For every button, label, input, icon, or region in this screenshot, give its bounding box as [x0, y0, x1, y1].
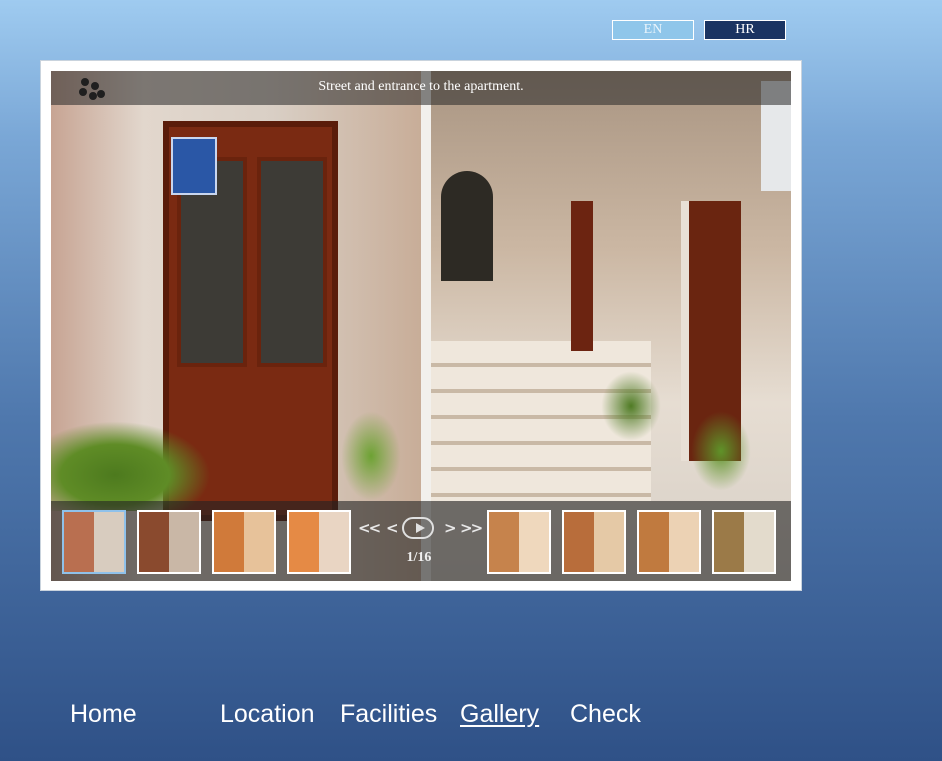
door-glass-panel: [257, 157, 327, 367]
potted-plant: [691, 411, 751, 491]
first-photo-button[interactable]: <<: [358, 519, 381, 537]
thumbnail[interactable]: [562, 510, 626, 574]
thumbnail[interactable]: [212, 510, 276, 574]
slideshow-controls: << < > >>: [356, 517, 484, 541]
nav-location[interactable]: Location: [220, 700, 315, 729]
thumbnail[interactable]: [137, 510, 201, 574]
caption-bar: Street and entrance to the apartment.: [51, 71, 791, 105]
thumbnail[interactable]: [62, 510, 126, 574]
potted-plant: [601, 371, 661, 441]
thumbnail[interactable]: [287, 510, 351, 574]
stone-archway: [441, 171, 493, 281]
nav-facilities[interactable]: Facilities: [340, 700, 437, 729]
fern-plant: [51, 421, 211, 511]
nav-gallery[interactable]: Gallery: [460, 700, 539, 729]
play-icon[interactable]: [402, 517, 434, 539]
lang-hr-button[interactable]: HR: [704, 20, 786, 40]
thumbnail[interactable]: [487, 510, 551, 574]
gallery-viewer[interactable]: Street and entrance to the apartment. <<…: [51, 71, 791, 581]
photo-counter: 1/16: [406, 550, 432, 565]
nav-home[interactable]: Home: [70, 700, 137, 729]
thumbnail[interactable]: [712, 510, 776, 574]
last-photo-button[interactable]: >>: [460, 519, 483, 537]
side-door: [571, 201, 593, 351]
next-photo-button[interactable]: >: [444, 519, 457, 537]
lang-en-button[interactable]: EN: [612, 20, 694, 40]
prev-photo-button[interactable]: <: [386, 519, 399, 537]
photo-caption: Street and entrance to the apartment.: [318, 79, 524, 94]
potted-plant: [341, 411, 401, 501]
thumbnail-strip: << < > >> 1/16: [51, 501, 791, 581]
gallery-frame: Street and entrance to the apartment. <<…: [40, 60, 802, 591]
nav-check[interactable]: Check: [570, 700, 641, 729]
thumbnail[interactable]: [637, 510, 701, 574]
apartment-sign: [171, 137, 217, 195]
